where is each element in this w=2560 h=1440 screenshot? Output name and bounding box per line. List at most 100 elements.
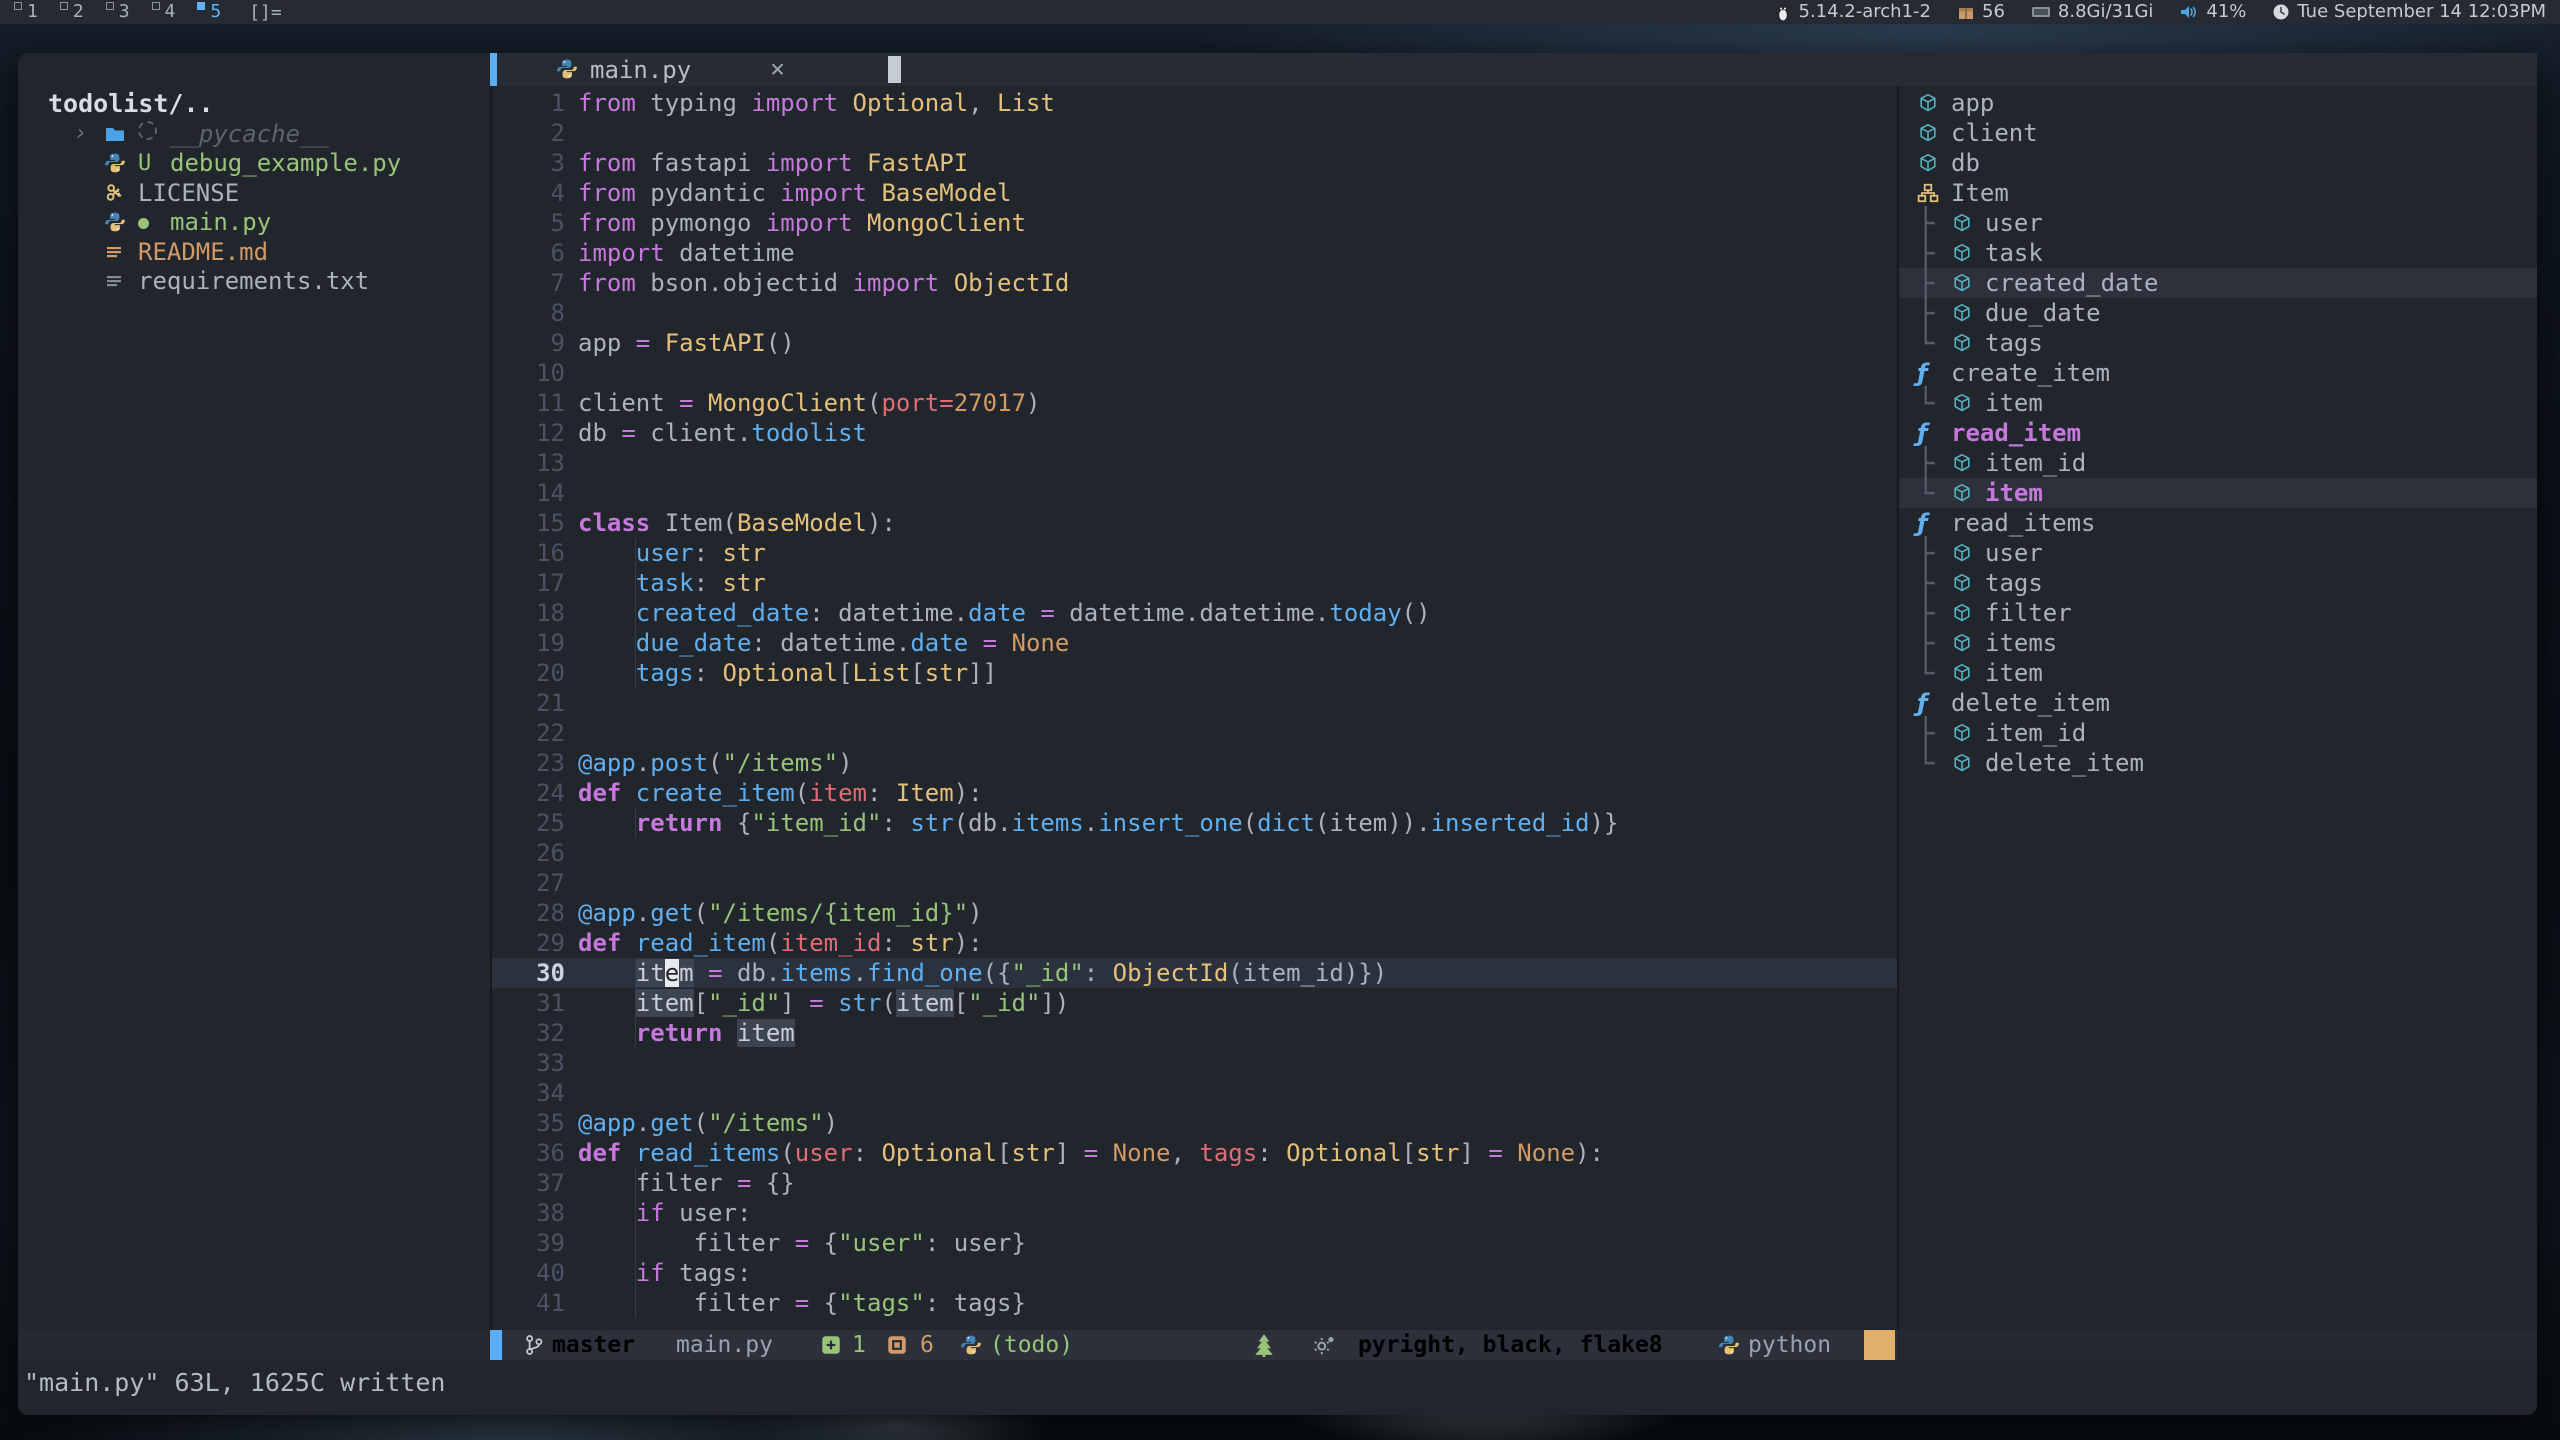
code-line-41[interactable]: 41 filter = {"tags": tags} [492, 1288, 1897, 1318]
outline-item-items[interactable]: ├items [1899, 628, 2537, 658]
code-line-20[interactable]: 20 tags: Optional[List[str]] [492, 658, 1897, 688]
layout-symbol[interactable]: []= [249, 2, 282, 23]
code-line-32[interactable]: 32 return item [492, 1018, 1897, 1048]
cube-icon [1951, 452, 1973, 474]
code-line-12[interactable]: 12db = client.todolist [492, 418, 1897, 448]
code-line-4[interactable]: 4from pydantic import BaseModel [492, 178, 1897, 208]
code-line-29[interactable]: 29def read_item(item_id: str): [492, 928, 1897, 958]
code-line-38[interactable]: 38 if user: [492, 1198, 1897, 1228]
modified-dot-icon [138, 210, 170, 235]
statusline: master main.py 1 6 (todo) pyright, black… [490, 1330, 1897, 1360]
workspace-2[interactable]: 2 [60, 0, 84, 24]
code-line-11[interactable]: 11client = MongoClient(port=27017) [492, 388, 1897, 418]
code-text: client = MongoClient(port=27017) [578, 388, 1040, 418]
cube-icon [1951, 302, 1973, 324]
code-line-33[interactable]: 33 [492, 1048, 1897, 1078]
code-text: due_date: datetime.date = None [578, 628, 1069, 658]
code-line-1[interactable]: 1from typing import Optional, List [492, 88, 1897, 118]
workspace-switcher: 12345 []= [0, 0, 282, 24]
outline-item-item_id[interactable]: ├item_id [1899, 718, 2537, 748]
code-line-8[interactable]: 8 [492, 298, 1897, 328]
code-line-17[interactable]: 17 task: str [492, 568, 1897, 598]
code-line-25[interactable]: 25 return {"item_id": str(db.items.inser… [492, 808, 1897, 838]
outline-item-Item[interactable]: Item [1899, 178, 2537, 208]
tree-item-LICENSE[interactable]: LICENSE [18, 178, 490, 208]
workspace-1[interactable]: 1 [14, 0, 38, 24]
code-line-22[interactable]: 22 [492, 718, 1897, 748]
workspace-4[interactable]: 4 [152, 0, 176, 24]
close-icon[interactable]: × [770, 54, 785, 83]
tree-item-debug_example.py[interactable]: Udebug_example.py [18, 149, 490, 179]
code-line-14[interactable]: 14 [492, 478, 1897, 508]
outline-item-tags[interactable]: └tags [1899, 328, 2537, 358]
outline-item-client[interactable]: client [1899, 118, 2537, 148]
code-line-21[interactable]: 21 [492, 688, 1897, 718]
outline-item-label: item [1985, 479, 2043, 507]
tree-item-main.py[interactable]: main.py [18, 208, 490, 238]
outline-item-delete_item[interactable]: ƒdelete_item [1899, 688, 2537, 718]
code-line-5[interactable]: 5from pymongo import MongoClient [492, 208, 1897, 238]
workspace-5[interactable]: 5 [197, 0, 221, 24]
outline-item-task[interactable]: ├task [1899, 238, 2537, 268]
outline-item-item[interactable]: └item [1899, 658, 2537, 688]
code-line-40[interactable]: 40 if tags: [492, 1258, 1897, 1288]
code-line-36[interactable]: 36def read_items(user: Optional[str] = N… [492, 1138, 1897, 1168]
line-number: 10 [492, 358, 565, 388]
outline-item-app[interactable]: app [1899, 88, 2537, 118]
outline-item-tags[interactable]: ├tags [1899, 568, 2537, 598]
outline-item-item[interactable]: └item [1899, 388, 2537, 418]
code-line-13[interactable]: 13 [492, 448, 1897, 478]
code-line-7[interactable]: 7from bson.objectid import ObjectId [492, 268, 1897, 298]
code-text: filter = {"user": user} [578, 1228, 1026, 1258]
code-line-34[interactable]: 34 [492, 1078, 1897, 1108]
outline-item-create_item[interactable]: ƒcreate_item [1899, 358, 2537, 388]
tree-connector: └ [1917, 748, 1951, 778]
outline-item-user[interactable]: ├user [1899, 538, 2537, 568]
code-line-30[interactable]: 30 item = db.items.find_one({"_id": Obje… [492, 958, 1897, 988]
code-line-2[interactable]: 2 [492, 118, 1897, 148]
code-line-9[interactable]: 9app = FastAPI() [492, 328, 1897, 358]
outline-item-db[interactable]: db [1899, 148, 2537, 178]
code-line-15[interactable]: 15class Item(BaseModel): [492, 508, 1897, 538]
tree-item-requirements.txt[interactable]: requirements.txt [18, 267, 490, 297]
code-line-16[interactable]: 16 user: str [492, 538, 1897, 568]
outline-item-filter[interactable]: ├filter [1899, 598, 2537, 628]
line-number: 15 [492, 508, 565, 538]
workspace-3[interactable]: 3 [106, 0, 130, 24]
command-line[interactable]: "main.py" 63L, 1625C written [18, 1360, 2537, 1415]
code-line-26[interactable]: 26 [492, 838, 1897, 868]
code-line-18[interactable]: 18 created_date: datetime.date = datetim… [492, 598, 1897, 628]
tree-connector: └ [1917, 388, 1951, 418]
outline-item-item[interactable]: └item [1899, 478, 2537, 508]
outline-item-due_date[interactable]: ├due_date [1899, 298, 2537, 328]
code-line-23[interactable]: 23@app.post("/items") [492, 748, 1897, 778]
outline-item-delete_item[interactable]: └delete_item [1899, 748, 2537, 778]
outline-item-created_date[interactable]: ├created_date [1899, 268, 2537, 298]
tab-main-py[interactable]: main.py [590, 55, 691, 85]
expand-arrow-icon[interactable]: › [74, 121, 104, 146]
code-line-28[interactable]: 28@app.get("/items/{item_id}") [492, 898, 1897, 928]
line-number: 4 [492, 178, 565, 208]
code-line-27[interactable]: 27 [492, 868, 1897, 898]
tree-statusline [18, 1330, 490, 1360]
outline-item-read_item[interactable]: ƒread_item [1899, 418, 2537, 448]
code-line-24[interactable]: 24def create_item(item: Item): [492, 778, 1897, 808]
code-line-3[interactable]: 3from fastapi import FastAPI [492, 148, 1897, 178]
tree-root-label[interactable]: todolist/.. [48, 89, 214, 118]
code-line-10[interactable]: 10 [492, 358, 1897, 388]
tree-item-__pycache__[interactable]: ›__pycache__ [18, 119, 490, 149]
outline-item-label: tags [1985, 569, 2043, 597]
code-line-39[interactable]: 39 filter = {"user": user} [492, 1228, 1897, 1258]
code-line-37[interactable]: 37 filter = {} [492, 1168, 1897, 1198]
indent-guide [635, 1288, 636, 1318]
code-line-6[interactable]: 6import datetime [492, 238, 1897, 268]
outline-item-item_id[interactable]: ├item_id [1899, 448, 2537, 478]
outline-item-read_items[interactable]: ƒread_items [1899, 508, 2537, 538]
outline-item-user[interactable]: ├user [1899, 208, 2537, 238]
code-line-31[interactable]: 31 item["_id"] = str(item["_id"]) [492, 988, 1897, 1018]
tree-item-README.md[interactable]: README.md [18, 237, 490, 267]
code-editor[interactable]: 1from typing import Optional, List23from… [492, 86, 1897, 1332]
tree-connector: ├ [1917, 538, 1951, 568]
code-line-19[interactable]: 19 due_date: datetime.date = None [492, 628, 1897, 658]
code-line-35[interactable]: 35@app.get("/items") [492, 1108, 1897, 1138]
